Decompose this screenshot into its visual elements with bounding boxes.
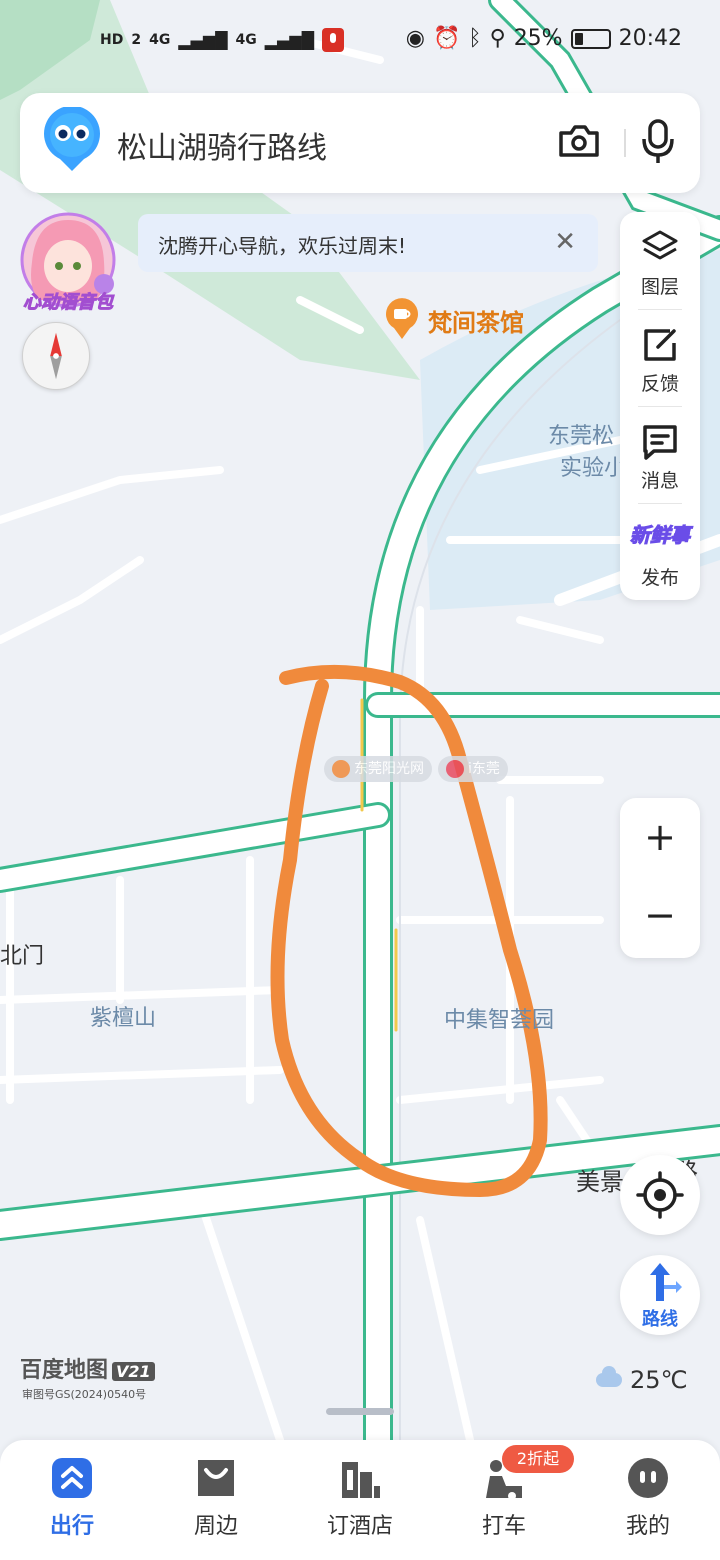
- camera-icon[interactable]: [557, 121, 601, 161]
- signal-4g-2-icon: 4G: [235, 32, 257, 48]
- tab-mine-label: 我的: [625, 1514, 670, 1539]
- route-arrow-icon: [650, 1263, 682, 1301]
- recording-icon: [322, 28, 344, 52]
- zoom-in-button[interactable]: +: [620, 798, 700, 878]
- signal-bars-1-icon: ▂▄▆█: [178, 30, 228, 50]
- zoom-controls: + −: [620, 798, 700, 958]
- sun-logo-icon: [332, 760, 350, 778]
- battery-icon: [570, 28, 611, 49]
- feedback-label: 反馈: [640, 373, 679, 395]
- route-button[interactable]: 路线: [620, 1255, 700, 1335]
- search-bar[interactable]: 松山湖骑行路线: [20, 93, 700, 193]
- notice-text: 沈腾开心导航，欢乐过周末!: [158, 234, 407, 258]
- status-bar: HD 2 4G ▂▄▆█ 4G ▂▄▆█ ◉ ⏰ ᛒ ⚲ 25% 20:42: [0, 22, 720, 62]
- tab-travel-label: 出行: [49, 1514, 94, 1539]
- battery-percent: 25%: [513, 26, 563, 51]
- voice-pack-label[interactable]: 心动语音包: [16, 288, 120, 314]
- status-right: ◉ ⏰ ᛒ ⚲ 25% 20:42: [406, 26, 682, 51]
- drag-handle[interactable]: [326, 1408, 394, 1415]
- weather-widget[interactable]: 25℃: [596, 1366, 688, 1394]
- feedback-icon: [644, 329, 676, 361]
- tab-nearby[interactable]: 周边: [144, 1440, 288, 1560]
- sim-indicator: 2: [131, 32, 142, 48]
- map-label-zitanshan: 紫檀山: [90, 1006, 157, 1031]
- layers-icon: [642, 230, 678, 260]
- map-label-meijing: 美景: [576, 1168, 624, 1196]
- teahouse-poi-icon[interactable]: [384, 298, 420, 340]
- location-icon: ⚲: [489, 26, 506, 51]
- tab-hotel-label: 订酒店: [326, 1514, 393, 1539]
- hotel-icon: [342, 1462, 380, 1498]
- crosshair-icon: [636, 1171, 684, 1219]
- search-divider: [624, 129, 626, 157]
- search-input[interactable]: 松山湖骑行路线: [117, 123, 327, 167]
- map-label-dongguan-school: 东莞松: [548, 424, 615, 449]
- message-button[interactable]: 消息: [620, 406, 700, 503]
- status-left: HD 2 4G ▂▄▆█ 4G ▂▄▆█: [100, 28, 344, 52]
- message-icon: [643, 425, 677, 460]
- fresh-news-icon: 新鲜事: [630, 523, 691, 548]
- watermark-source-1: 东莞阳光网: [324, 756, 432, 782]
- cloud-icon: [596, 1366, 622, 1387]
- profile-icon: [628, 1458, 668, 1498]
- nearby-icon: [198, 1460, 234, 1496]
- publish-label: 发布: [640, 567, 679, 589]
- notice-banner[interactable]: 沈腾开心导航，欢乐过周末! ✕: [138, 214, 598, 272]
- tab-mine[interactable]: 我的: [576, 1440, 720, 1560]
- compass-icon[interactable]: [22, 322, 90, 390]
- signal-4g-1-icon: 4G: [149, 32, 171, 48]
- travel-icon: [52, 1458, 92, 1498]
- notice-close-icon[interactable]: ✕: [554, 228, 576, 256]
- zoom-out-button[interactable]: −: [620, 878, 700, 958]
- watermark: 东莞阳光网 i东莞: [324, 756, 508, 782]
- map-provider-name: 百度地图: [20, 1358, 109, 1383]
- watermark-text-2: i东莞: [468, 761, 500, 777]
- hd-indicator: HD: [100, 32, 124, 48]
- poi-label-teahouse[interactable]: 梵间茶馆: [428, 303, 524, 338]
- layers-button[interactable]: 图层: [620, 212, 700, 309]
- tab-travel[interactable]: 出行: [0, 1440, 144, 1560]
- feedback-button[interactable]: 反馈: [620, 309, 700, 406]
- route-label: 路线: [642, 1309, 678, 1330]
- baidu-map-logo-icon: [44, 107, 100, 171]
- locate-button[interactable]: [620, 1155, 700, 1235]
- taxi-promo-badge[interactable]: 2折起: [502, 1445, 574, 1473]
- message-label: 消息: [640, 470, 679, 492]
- bottom-tab-bar: 出行 周边 订酒店 打车 我的: [0, 1440, 720, 1560]
- watermark-source-2: i东莞: [438, 756, 508, 782]
- watermark-text-1: 东莞阳光网: [354, 761, 424, 777]
- eye-icon: ◉: [405, 26, 425, 51]
- bluetooth-icon: ᛒ: [468, 26, 482, 51]
- clock: 20:42: [618, 26, 682, 51]
- alarm-icon: ⏰: [432, 26, 461, 51]
- tab-taxi-label: 打车: [481, 1514, 526, 1539]
- signal-bars-2-icon: ▂▄▆█: [264, 30, 314, 50]
- publish-button[interactable]: 新鲜事 发布: [620, 503, 700, 600]
- voice-search-icon[interactable]: [636, 117, 680, 165]
- map-license: 审图号GS(2024)0540号: [22, 1388, 147, 1401]
- map-label-beimen: 北门: [0, 944, 45, 969]
- eye-logo-icon: [446, 760, 464, 778]
- map-provider-logo: 百度地图 V21: [20, 1352, 155, 1384]
- map-label-dongguan-school-2: 实验小: [560, 456, 627, 481]
- tab-nearby-label: 周边: [193, 1514, 238, 1539]
- weather-temp: 25℃: [630, 1366, 688, 1394]
- tab-hotel[interactable]: 订酒店: [288, 1440, 432, 1560]
- layers-label: 图层: [640, 276, 679, 298]
- map-tools-panel: 图层 反馈 消息 新鲜事 发布: [620, 212, 700, 600]
- map-label-zhongji: 中集智荟园: [444, 1008, 555, 1033]
- map-version-badge: V21: [112, 1362, 155, 1381]
